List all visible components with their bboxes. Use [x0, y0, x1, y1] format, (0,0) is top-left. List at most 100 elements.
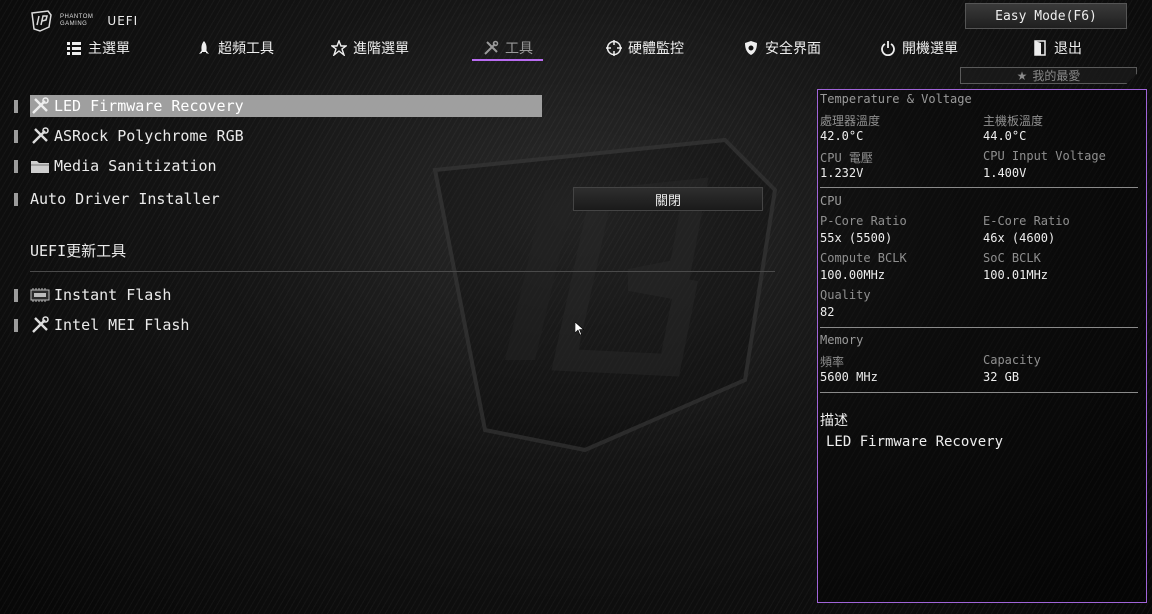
description-title: 描述 — [820, 413, 848, 429]
hardware-monitor-panel: Temperature & Voltage 處理器溫度 主機板溫度 42.0°C… — [817, 89, 1147, 603]
uefi-label: UEFI — [107, 14, 139, 28]
cpu-input-voltage-label: CPU Input Voltage — [983, 149, 1106, 163]
brand-line2: GAMING — [60, 21, 88, 27]
tools-icon — [32, 127, 49, 144]
tools-icon — [32, 97, 49, 114]
tools-icon — [32, 316, 49, 333]
ecore-ratio-value: 46x (4600) — [983, 231, 1056, 245]
favorites-button[interactable]: ★ 我的最愛 — [960, 67, 1137, 84]
item-marker — [14, 129, 18, 143]
brand-name: PHANTOM GAMING — [60, 14, 93, 28]
mb-temp-value: 44.0°C — [983, 129, 1027, 143]
menu-item[interactable]: ASRock Polychrome RGB — [30, 125, 244, 147]
tab-main[interactable]: 主選單 — [66, 34, 130, 62]
tab-label: 安全界面 — [765, 41, 821, 57]
menu-item[interactable]: Media Sanitization — [30, 155, 217, 177]
item-marker — [14, 318, 18, 332]
item-marker — [14, 99, 18, 113]
section-divider — [30, 271, 775, 272]
menu-item-label: LED Firmware Recovery — [54, 97, 244, 115]
soc-bclk-value: 100.01MHz — [983, 268, 1049, 282]
memory-capacity-label: Capacity — [983, 353, 1041, 367]
memory-title: Memory — [820, 333, 864, 347]
menu-item[interactable]: Intel MEI Flash — [30, 314, 189, 336]
menu-item-asrock-polychrome-rgb[interactable]: ASRock Polychrome RGB — [14, 125, 244, 147]
pcore-ratio-value: 55x (5500) — [820, 231, 893, 245]
menu-item-media-sanitization[interactable]: Media Sanitization — [14, 155, 217, 177]
menu-item-intel-mei-flash[interactable]: Intel MEI Flash — [14, 314, 189, 336]
mouse-cursor-icon — [575, 322, 584, 336]
quality-value: 82 — [820, 305, 835, 319]
star-icon — [331, 40, 347, 56]
auto-driver-installer-dropdown[interactable]: 關閉 — [573, 187, 763, 211]
tab-label: 工具 — [505, 41, 533, 57]
brand-watermark-icon — [432, 137, 778, 453]
power-icon — [881, 41, 895, 56]
cpu-voltage-value: 1.232V — [820, 166, 864, 180]
phantom-gaming-logo-icon — [31, 10, 52, 32]
tab-label: 主選單 — [88, 41, 130, 57]
item-marker — [14, 159, 18, 173]
favorites-label: 我的最愛 — [1032, 69, 1081, 83]
menu-item-label: Auto Driver Installer — [30, 190, 220, 208]
memory-capacity-value: 32 GB — [983, 370, 1020, 384]
menu-item-label: Media Sanitization — [54, 157, 217, 175]
tab-hw-monitor[interactable]: 硬體監控 — [606, 34, 684, 62]
panel-divider — [820, 327, 1138, 328]
menu-item-auto-driver-installer[interactable]: Auto Driver Installer — [14, 188, 220, 210]
memory-frequency-value: 5600 MHz — [820, 370, 878, 384]
cpu-voltage-label: CPU 電壓 — [820, 151, 873, 165]
description-text: LED Firmware Recovery — [826, 434, 1004, 450]
menu-item-label: Intel MEI Flash — [54, 316, 190, 334]
star-icon: ★ — [1016, 68, 1028, 83]
tab-oc-tweaker[interactable]: 超頻工具 — [196, 34, 274, 62]
tab-tools[interactable]: 工具 — [483, 34, 533, 62]
brand-line1: PHANTOM — [60, 14, 94, 20]
panel-divider — [820, 392, 1138, 393]
menu-item[interactable]: Auto Driver Installer — [30, 188, 220, 210]
cpu-temp-value: 42.0°C — [820, 129, 864, 143]
item-marker — [14, 192, 18, 206]
compute-bclk-label: Compute BCLK — [820, 251, 907, 265]
quality-label: Quality — [820, 288, 871, 302]
shield-icon — [745, 41, 757, 55]
section-title-uefi-update: UEFI更新工具 — [30, 242, 127, 260]
pcore-ratio-label: P-Core Ratio — [820, 214, 907, 228]
menu-item-label: ASRock Polychrome RGB — [54, 127, 244, 145]
tab-exit[interactable]: 退出 — [1032, 34, 1082, 62]
menu-item-selected[interactable]: LED Firmware Recovery — [30, 95, 542, 117]
mb-temp-label: 主機板溫度 — [983, 114, 1044, 128]
ecore-ratio-label: E-Core Ratio — [983, 214, 1070, 228]
bios-chip-icon — [30, 288, 50, 302]
rocket-icon — [199, 41, 209, 54]
tools-icon — [484, 40, 499, 55]
cpu-temp-label: 處理器溫度 — [820, 114, 881, 128]
tab-advanced[interactable]: 進階選單 — [331, 34, 409, 62]
menu-item-label: Instant Flash — [54, 286, 172, 304]
tab-boot[interactable]: 開機選單 — [880, 34, 958, 62]
list-icon — [67, 42, 81, 55]
item-marker — [14, 288, 18, 302]
cpu-input-voltage-value: 1.400V — [983, 166, 1027, 180]
tab-label: 超頻工具 — [218, 41, 274, 57]
menu-item-instant-flash[interactable]: Instant Flash — [14, 284, 171, 306]
active-tab-indicator — [472, 59, 543, 61]
panel-divider — [820, 187, 1138, 188]
cpu-title: CPU — [820, 194, 842, 208]
memory-frequency-label: 頻率 — [820, 355, 845, 369]
tab-label: 開機選單 — [902, 41, 958, 57]
compute-bclk-value: 100.00MHz — [820, 268, 886, 282]
menu-item-led-firmware-recovery[interactable]: LED Firmware Recovery — [14, 95, 542, 117]
brand-logo: PHANTOM GAMING UEFI — [30, 10, 138, 32]
tab-security[interactable]: 安全界面 — [743, 34, 821, 62]
easy-mode-button[interactable]: Easy Mode(F6) — [965, 3, 1127, 29]
soc-bclk-label: SoC BCLK — [983, 251, 1041, 265]
exit-icon — [1034, 40, 1046, 56]
crosshair-icon — [606, 40, 622, 56]
temp-voltage-title: Temperature & Voltage — [820, 92, 972, 106]
tab-label: 硬體監控 — [628, 41, 684, 57]
menu-item[interactable]: Instant Flash — [30, 284, 171, 306]
tab-label: 退出 — [1054, 41, 1082, 57]
folder-icon — [31, 161, 49, 173]
tab-label: 進階選單 — [353, 41, 409, 57]
